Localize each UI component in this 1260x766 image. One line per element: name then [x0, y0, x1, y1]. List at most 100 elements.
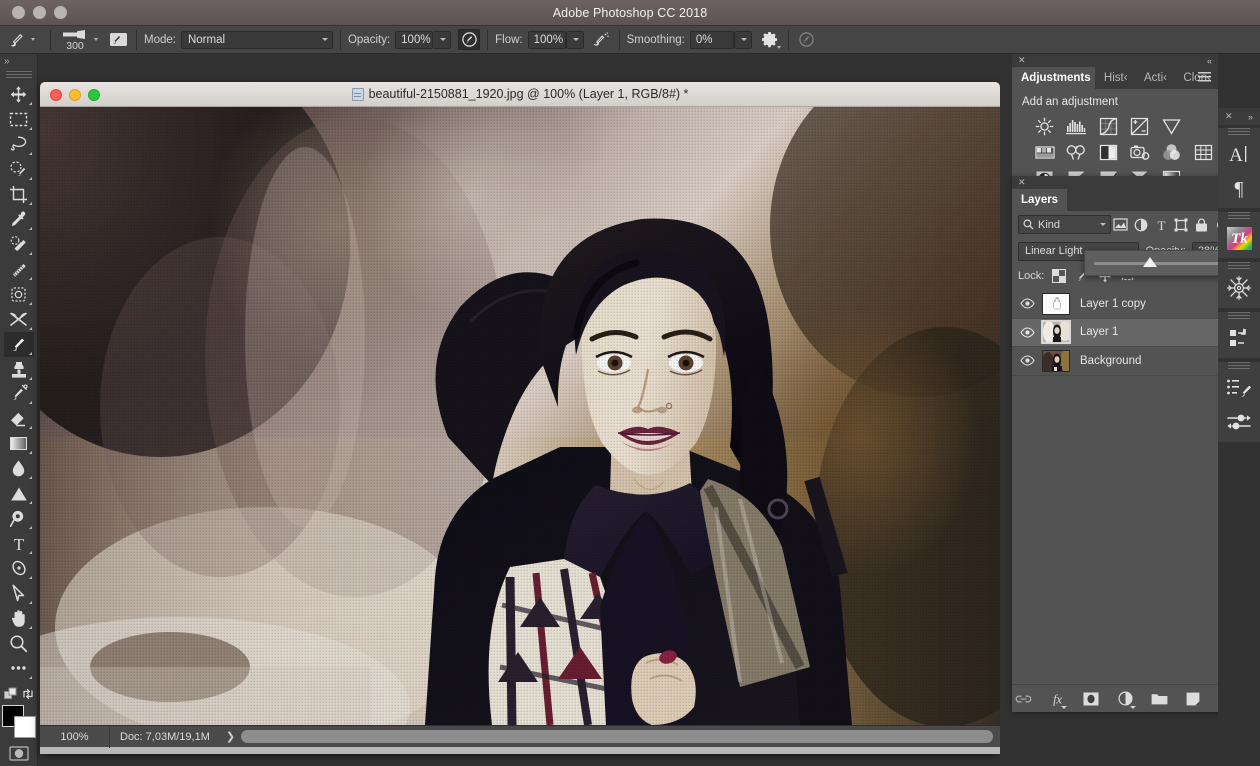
- patch-tool[interactable]: [4, 257, 34, 282]
- layer-style-fx-icon[interactable]: fx: [1049, 690, 1067, 709]
- new-layer-icon[interactable]: [1185, 690, 1202, 707]
- quick-selection-tool[interactable]: [4, 157, 34, 182]
- content-aware-move-tool[interactable]: [4, 282, 34, 307]
- dodge-tool[interactable]: [4, 481, 34, 506]
- opacity-slider-popup[interactable]: [1084, 250, 1234, 276]
- color-swatch-controls[interactable]: [3, 686, 34, 701]
- snowflake-panel-icon[interactable]: [1218, 271, 1260, 305]
- flow-input[interactable]: 100%: [527, 30, 566, 49]
- brush-preset-dropdown-caret[interactable]: [31, 38, 35, 41]
- close-icon[interactable]: ✕: [1018, 55, 1026, 66]
- brush-settings-icon[interactable]: [107, 29, 129, 50]
- filter-shape-icon[interactable]: [1171, 214, 1191, 235]
- blend-mode-dropdown[interactable]: Normal: [180, 30, 333, 49]
- photo-filter-icon[interactable]: [1125, 141, 1155, 163]
- close-icon[interactable]: ✕: [1018, 177, 1026, 188]
- tablet-pressure-size-icon[interactable]: [796, 29, 818, 50]
- new-group-icon[interactable]: [1151, 690, 1168, 707]
- exposure-icon[interactable]: [1125, 115, 1155, 137]
- filter-pixel-icon[interactable]: [1111, 214, 1131, 235]
- direct-selection-tool[interactable]: [4, 581, 34, 606]
- black-white-icon[interactable]: [1093, 141, 1123, 163]
- hue-saturation-icon[interactable]: [1030, 141, 1060, 163]
- smoothing-dropdown[interactable]: [733, 30, 752, 49]
- layer-filter-kind-dropdown[interactable]: Kind: [1018, 215, 1111, 234]
- curves-icon[interactable]: [1093, 115, 1123, 137]
- layer-name[interactable]: Background: [1080, 355, 1216, 367]
- brightness-contrast-icon[interactable]: [1030, 115, 1060, 137]
- zoom-button[interactable]: [54, 6, 67, 19]
- lock-transparent-pixels-icon[interactable]: [1051, 268, 1067, 284]
- levels-icon[interactable]: [1062, 115, 1092, 137]
- layer-name[interactable]: Layer 1: [1080, 326, 1216, 338]
- airbrush-icon[interactable]: [590, 29, 612, 50]
- tab-history[interactable]: Hist‹: [1095, 67, 1135, 89]
- rail-grip[interactable]: [1228, 312, 1250, 319]
- rail-grip[interactable]: [1228, 262, 1250, 269]
- paragraph-panel-icon[interactable]: ¶: [1218, 171, 1260, 205]
- pen-tool[interactable]: [4, 506, 34, 531]
- history-panel-icon[interactable]: [1218, 321, 1260, 355]
- rectangular-marquee-tool[interactable]: [4, 107, 34, 132]
- document-minimize-button[interactable]: [69, 88, 81, 101]
- adjustments-rail-icon[interactable]: [1218, 405, 1260, 439]
- tablet-pressure-opacity-icon[interactable]: [458, 29, 481, 50]
- collapse-panel-icon[interactable]: «: [1207, 56, 1212, 66]
- zoom-tool[interactable]: [4, 631, 34, 656]
- status-expand-arrow-icon[interactable]: ❯: [220, 730, 241, 743]
- opacity-dropdown[interactable]: [433, 30, 452, 49]
- new-adjustment-layer-icon[interactable]: [1117, 690, 1136, 709]
- color-swatches[interactable]: [1, 705, 36, 738]
- eraser-tool[interactable]: [4, 406, 34, 431]
- panel-menu-icon[interactable]: [1198, 72, 1211, 83]
- character-panel-icon[interactable]: A: [1218, 137, 1260, 171]
- history-brush-tool[interactable]: [4, 382, 34, 407]
- layer-thumbnail[interactable]: [1040, 320, 1072, 345]
- tab-layers[interactable]: Layers: [1012, 189, 1068, 211]
- spot-healing-brush-tool[interactable]: [4, 232, 34, 257]
- tab-adjustments[interactable]: Adjustments: [1012, 67, 1095, 89]
- brush-preset-icon[interactable]: [6, 29, 28, 50]
- minimize-button[interactable]: [33, 6, 46, 19]
- layer-thumbnail[interactable]: [1040, 349, 1072, 373]
- expand-panels-icon[interactable]: »: [1248, 112, 1253, 122]
- horizontal-scrollbar[interactable]: [241, 730, 993, 743]
- clone-stamp-tool[interactable]: [4, 357, 34, 382]
- tab-clone-source[interactable]: Clon‹: [1174, 67, 1218, 89]
- close-button[interactable]: [12, 6, 25, 19]
- add-layer-mask-icon[interactable]: [1083, 690, 1100, 707]
- rail-grip[interactable]: [1228, 362, 1250, 369]
- smoothing-input[interactable]: 0%: [689, 30, 734, 49]
- quick-mask-mode-icon[interactable]: [4, 741, 34, 766]
- layer-name[interactable]: Layer 1 copy: [1080, 298, 1216, 310]
- layer-visibility-toggle[interactable]: [1014, 355, 1040, 366]
- link-layers-icon[interactable]: [1015, 690, 1032, 707]
- close-icon[interactable]: ✕: [1225, 111, 1233, 122]
- tools-panel-grip[interactable]: [5, 71, 32, 79]
- brush-size-control[interactable]: 300: [58, 29, 92, 51]
- layer-visibility-toggle[interactable]: [1014, 327, 1040, 338]
- crop-tool[interactable]: [4, 182, 34, 207]
- document-traffic-lights[interactable]: [50, 82, 100, 107]
- red-eye-tool[interactable]: [4, 307, 34, 332]
- hand-tool[interactable]: [4, 606, 34, 631]
- background-color-swatch[interactable]: [13, 715, 36, 738]
- expand-panel-icon[interactable]: »: [0, 54, 37, 69]
- channel-mixer-icon[interactable]: [1157, 141, 1187, 163]
- table-row[interactable]: Layer 1 copy: [1012, 290, 1238, 319]
- image-canvas[interactable]: [40, 107, 1000, 725]
- rail-grip[interactable]: [1228, 128, 1250, 135]
- move-tool[interactable]: [4, 82, 34, 107]
- gradient-tool[interactable]: [4, 431, 34, 456]
- window-traffic-lights[interactable]: [12, 6, 67, 19]
- tab-actions[interactable]: Acti‹: [1135, 67, 1174, 89]
- document-zoom-button[interactable]: [88, 88, 100, 101]
- brush-presets-panel-icon[interactable]: [1218, 371, 1260, 405]
- color-balance-icon[interactable]: [1062, 141, 1092, 163]
- color-lookup-icon[interactable]: [1188, 141, 1218, 163]
- filter-smart-object-icon[interactable]: [1192, 214, 1212, 235]
- opacity-input[interactable]: 100%: [395, 30, 434, 49]
- edit-toolbar-icon[interactable]: [4, 656, 34, 681]
- layer-thumbnail[interactable]: [1040, 292, 1072, 316]
- brush-size-dropdown-caret[interactable]: [94, 38, 98, 41]
